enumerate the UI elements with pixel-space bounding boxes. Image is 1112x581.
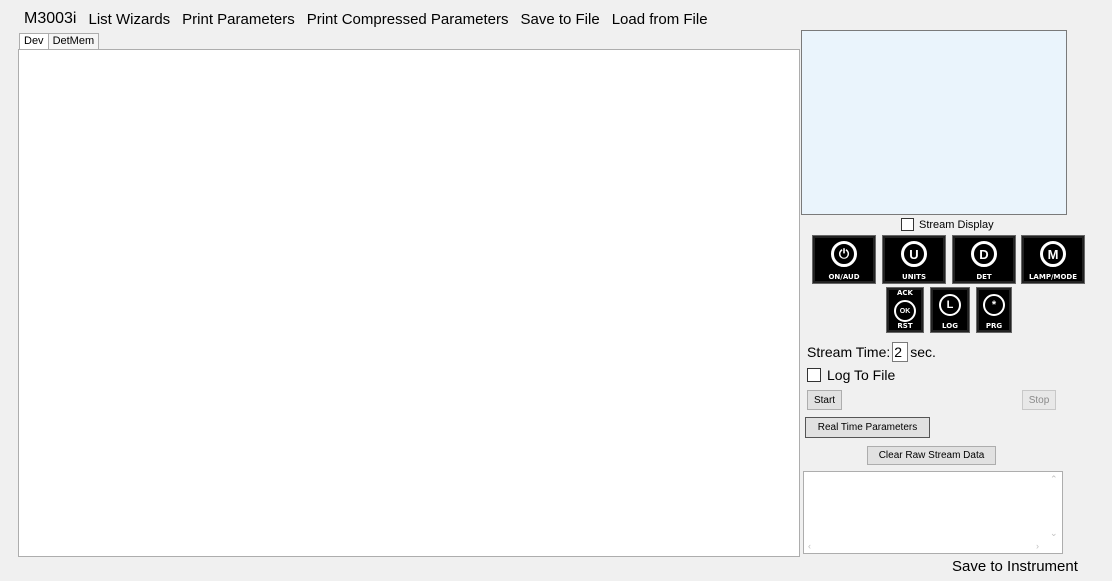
stream-display-label: Stream Display [919,218,994,231]
log-to-file-checkbox[interactable]: Log To File [807,367,895,383]
stop-button[interactable]: Stop [1022,390,1056,410]
on-aud-label: ON/AUD [828,273,860,281]
det-label: DET [976,273,992,281]
scroll-left-icon[interactable]: ‹ [808,541,811,551]
menu-print-compressed-parameters[interactable]: Print Compressed Parameters [301,11,515,28]
menu-save-to-file[interactable]: Save to File [514,11,605,28]
save-to-instrument-button[interactable]: Save to Instrument [952,558,1078,575]
units-icon: U [901,241,927,267]
clear-raw-stream-data-button[interactable]: Clear Raw Stream Data [867,446,996,465]
start-button[interactable]: Start [807,390,842,410]
rst-label: RST [897,322,913,330]
real-time-parameters-button[interactable]: Real Time Parameters [805,417,930,438]
ack-rst-button[interactable]: ACK OK RST [886,287,924,333]
log-to-file-label: Log To File [827,367,896,383]
prg-button[interactable]: * PRG [976,287,1012,333]
lamp-mode-button[interactable]: M LAMP/MODE [1021,235,1085,284]
prg-icon: * [983,294,1005,316]
stream-time-row: Stream Time: sec. [807,342,936,362]
prg-label: PRG [985,322,1003,330]
menu-load-from-file[interactable]: Load from File [606,11,714,28]
log-label: LOG [942,322,958,330]
menu-print-parameters[interactable]: Print Parameters [176,11,301,28]
det-icon: D [971,241,997,267]
stream-time-input[interactable] [892,342,909,362]
tab-detmem[interactable]: DetMem [48,33,100,49]
tab-content-panel [18,49,800,557]
log-icon: L [939,294,961,316]
scroll-up-icon[interactable]: ⌃ [1050,474,1058,485]
tab-dev[interactable]: Dev [19,33,49,49]
units-label: UNITS [902,273,926,281]
raw-stream-data-textbox[interactable]: ⌃ ⌄ ‹ › [803,471,1063,554]
ack-rst-icon: OK [894,300,916,322]
units-button[interactable]: U UNITS [882,235,946,284]
instrument-display [801,30,1067,215]
lamp-mode-icon: M [1040,241,1066,267]
power-speaker-icon: ⏻ [831,241,857,267]
log-to-file-check[interactable] [807,368,821,382]
horizontal-scrollbar[interactable]: ‹ › [804,541,1062,553]
log-button[interactable]: L LOG [930,287,970,333]
vertical-scrollbar[interactable]: ⌃ ⌄ [1046,472,1062,542]
stream-display-checkbox[interactable]: Stream Display [901,218,994,231]
menu-list-wizards[interactable]: List Wizards [82,11,176,28]
menu-bar: M3003i List Wizards Print Parameters Pri… [18,8,766,30]
stream-time-label: Stream Time: [807,344,891,360]
tab-strip: Dev DetMem [19,33,100,49]
lamp-mode-label: LAMP/MODE [1028,273,1078,281]
on-aud-button[interactable]: ⏻ ON/AUD [812,235,876,284]
menu-app-title[interactable]: M3003i [18,10,82,28]
scroll-right-icon[interactable]: › [1036,541,1039,551]
scroll-down-icon[interactable]: ⌄ [1050,528,1058,539]
stream-time-unit: sec. [910,344,936,360]
det-button[interactable]: D DET [952,235,1016,284]
ack-label: ACK [897,289,913,297]
stream-display-check[interactable] [901,218,914,231]
